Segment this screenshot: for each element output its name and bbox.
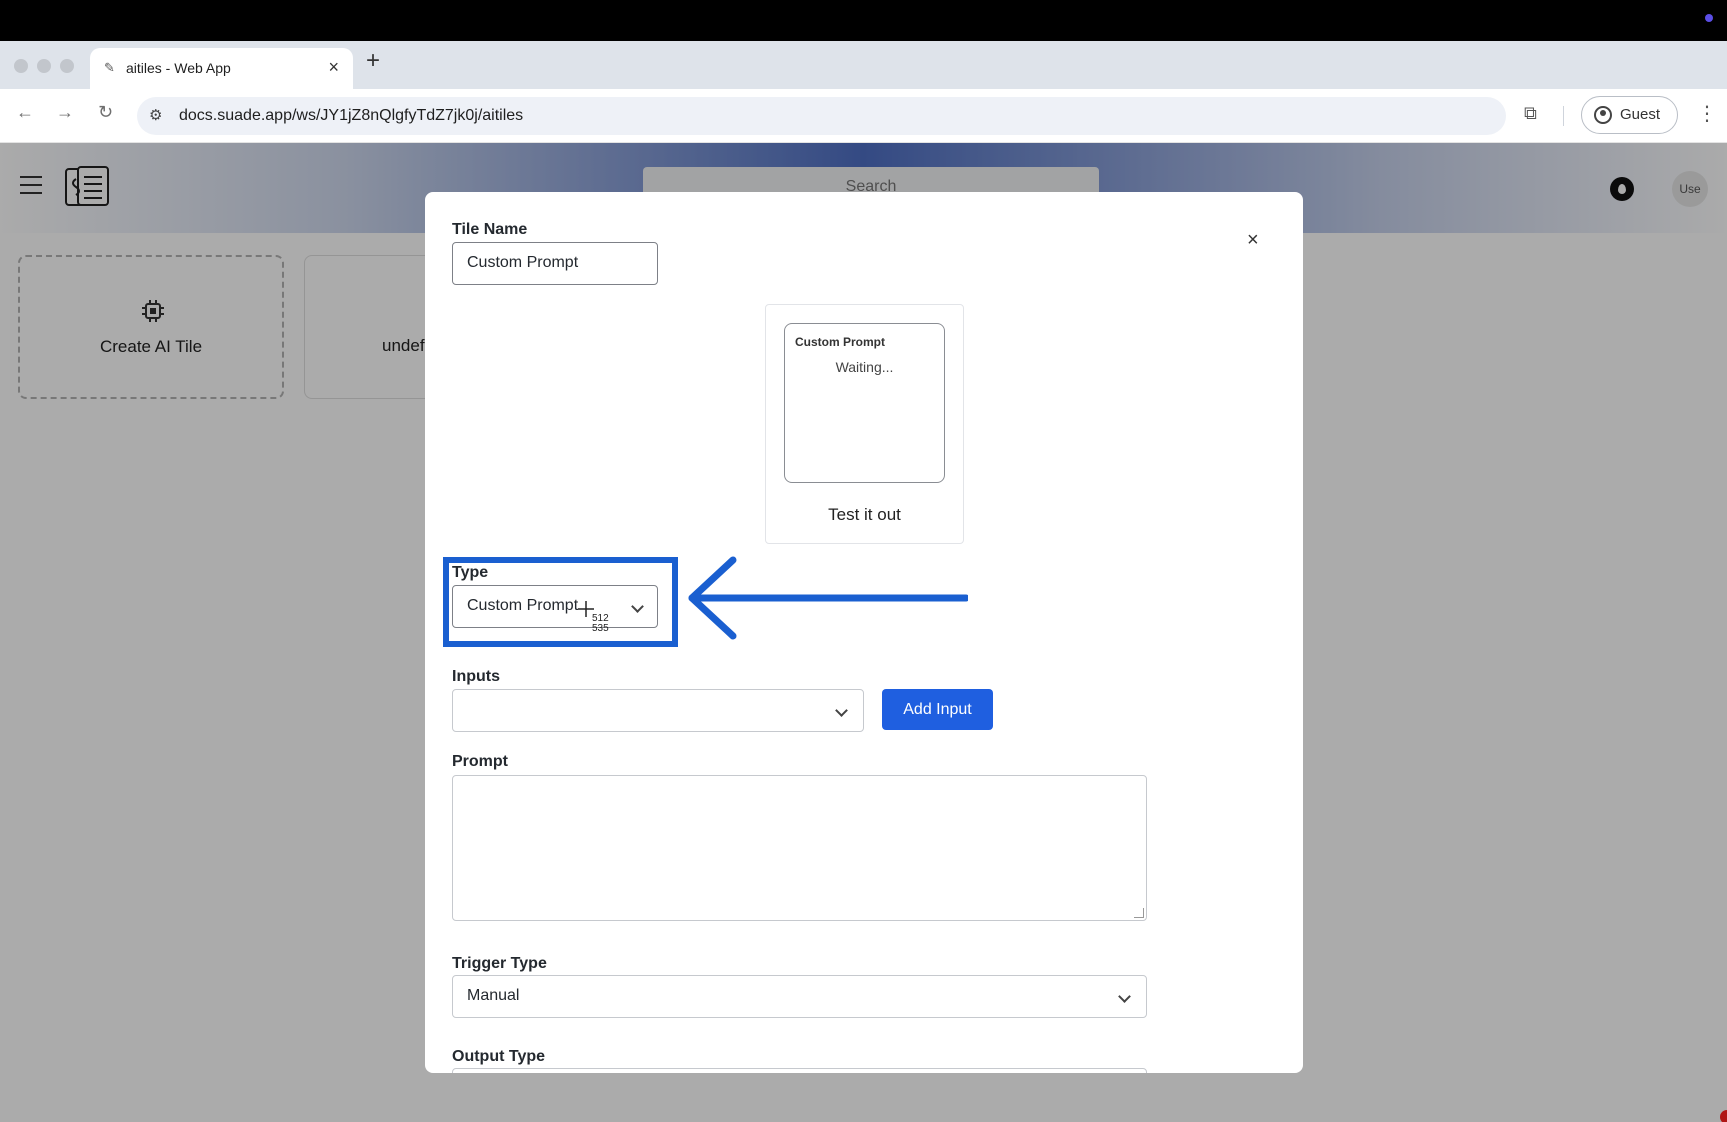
address-bar[interactable]: ⚙ docs.suade.app/ws/JY1jZ8nQlgfyTdZ7jk0j… [137, 97, 1506, 135]
close-icon[interactable]: × [328, 57, 339, 78]
prompt-label: Prompt [452, 753, 508, 770]
trigger-type-label: Trigger Type [452, 955, 547, 972]
back-icon[interactable]: ← [16, 102, 34, 123]
url-text: docs.suade.app/ws/JY1jZ8nQlgfyTdZ7jk0j/a… [179, 107, 524, 124]
browser-tab-strip: ✎ aitiles - Web App × + [0, 41, 1727, 89]
os-top-bar [0, 0, 1727, 41]
add-input-button[interactable]: Add Input [882, 689, 993, 730]
test-it-out-button[interactable]: Test it out [766, 505, 963, 525]
chevron-down-icon [631, 600, 644, 613]
more-menu-icon[interactable]: ⋮ [1697, 101, 1717, 126]
preview-tile: Custom Prompt Waiting... [784, 323, 945, 483]
chevron-down-icon [1118, 990, 1131, 1003]
window-close-dot[interactable] [14, 59, 28, 73]
site-settings-icon[interactable]: ⚙ [149, 106, 162, 124]
type-label: Type [452, 564, 489, 581]
inputs-label: Inputs [452, 668, 500, 685]
window-zoom-dot[interactable] [60, 59, 74, 73]
tab-title: aitiles - Web App [126, 60, 231, 76]
window-minimize-dot[interactable] [37, 59, 51, 73]
new-tab-icon[interactable]: + [366, 47, 380, 75]
close-icon[interactable]: × [1247, 229, 1259, 252]
tile-editor-modal: × Tile Name Custom Prompt Custom Prompt … [425, 192, 1303, 1073]
trigger-type-select[interactable]: Manual [452, 975, 1147, 1018]
preview-status: Waiting... [835, 359, 894, 375]
browser-toolbar: ← → ↻ ⚙ docs.suade.app/ws/JY1jZ8nQlgfyTd… [0, 89, 1727, 143]
status-dot [1705, 14, 1713, 22]
lens-search-icon[interactable]: ⧉ [1524, 103, 1537, 124]
inputs-select[interactable] [452, 689, 864, 732]
type-select[interactable]: Custom Prompt [452, 585, 658, 628]
browser-tab[interactable]: ✎ aitiles - Web App × [90, 48, 353, 89]
resize-handle[interactable] [1134, 908, 1144, 918]
profile-label: Guest [1620, 106, 1661, 123]
chevron-down-icon [835, 704, 848, 717]
web-page: Search Use Create AI Tile undef × Tile N… [0, 143, 1727, 1122]
reload-icon[interactable]: ↻ [98, 102, 113, 123]
preview-title: Custom Prompt [795, 335, 885, 349]
feather-icon: ✎ [104, 60, 115, 75]
record-indicator [1720, 1110, 1727, 1122]
prompt-textarea[interactable] [452, 775, 1147, 921]
trigger-type-selected-value: Manual [467, 987, 520, 1004]
tile-name-input[interactable]: Custom Prompt [452, 242, 658, 285]
forward-icon[interactable]: → [56, 102, 74, 123]
profile-icon [1594, 106, 1612, 124]
output-type-label: Output Type [452, 1048, 546, 1065]
type-selected-value: Custom Prompt [467, 597, 579, 614]
profile-button[interactable]: Guest [1581, 96, 1678, 134]
toolbar-divider [1563, 106, 1564, 126]
tile-preview: Custom Prompt Waiting... Test it out [765, 304, 964, 544]
tile-name-label: Tile Name [452, 221, 528, 238]
output-type-select[interactable] [452, 1068, 1147, 1073]
